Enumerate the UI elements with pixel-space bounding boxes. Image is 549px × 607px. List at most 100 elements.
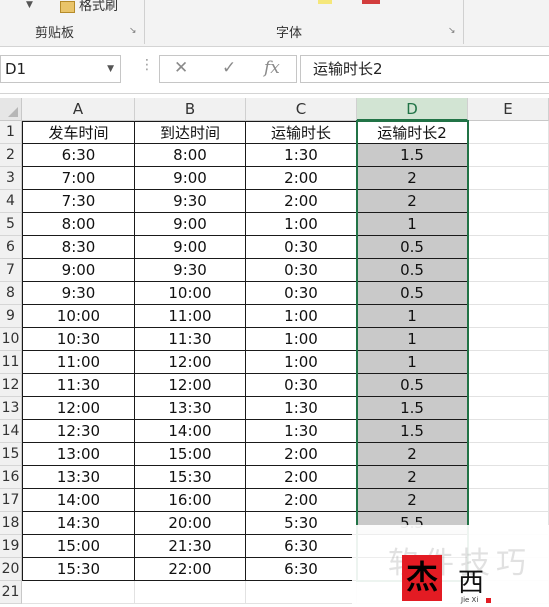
table-cell[interactable]: 9:00: [135, 213, 246, 236]
more-options-icon[interactable]: ⋮: [140, 57, 154, 73]
table-cell[interactable]: 9:00: [135, 167, 246, 190]
table-cell[interactable]: 7:00: [22, 167, 135, 190]
table-cell[interactable]: 15:00: [135, 443, 246, 466]
table-cell[interactable]: [468, 374, 549, 397]
table-cell[interactable]: 0:30: [246, 374, 357, 397]
table-cell[interactable]: [468, 443, 549, 466]
table-cell[interactable]: 11:30: [135, 328, 246, 351]
row-header[interactable]: 6: [0, 236, 22, 259]
row-header[interactable]: 4: [0, 190, 22, 213]
table-cell[interactable]: 1:30: [246, 144, 357, 167]
select-all-button[interactable]: [0, 98, 22, 121]
table-cell[interactable]: 1: [357, 305, 468, 328]
cancel-icon[interactable]: ✕: [174, 58, 188, 78]
table-cell[interactable]: 1: [357, 328, 468, 351]
table-cell[interactable]: [468, 305, 549, 328]
chevron-down-icon[interactable]: ▼: [107, 56, 114, 82]
table-cell[interactable]: [468, 397, 549, 420]
row-header[interactable]: 15: [0, 443, 22, 466]
table-cell[interactable]: 1: [357, 351, 468, 374]
table-cell[interactable]: 2: [357, 167, 468, 190]
table-cell[interactable]: 9:30: [135, 190, 246, 213]
column-header-d[interactable]: D: [357, 98, 468, 121]
table-cell[interactable]: [468, 190, 549, 213]
table-cell[interactable]: 0:30: [246, 236, 357, 259]
table-cell[interactable]: 0.5: [357, 259, 468, 282]
table-cell[interactable]: 1:30: [246, 397, 357, 420]
table-cell[interactable]: 13:00: [22, 443, 135, 466]
table-cell[interactable]: [468, 236, 549, 259]
table-cell[interactable]: 0.5: [357, 282, 468, 305]
table-cell[interactable]: 7:30: [22, 190, 135, 213]
table-cell[interactable]: [468, 144, 549, 167]
table-cell[interactable]: 12:00: [135, 351, 246, 374]
table-cell[interactable]: 2: [357, 489, 468, 512]
table-cell[interactable]: 运输时长2: [357, 121, 468, 144]
table-cell[interactable]: 6:30: [22, 144, 135, 167]
table-cell[interactable]: [468, 213, 549, 236]
table-cell[interactable]: 22:00: [135, 558, 246, 581]
table-cell[interactable]: 1:00: [246, 213, 357, 236]
row-header[interactable]: 14: [0, 420, 22, 443]
row-header[interactable]: 10: [0, 328, 22, 351]
row-header[interactable]: 13: [0, 397, 22, 420]
table-cell[interactable]: [468, 328, 549, 351]
table-cell[interactable]: 运输时长: [246, 121, 357, 144]
table-cell[interactable]: 14:30: [22, 512, 135, 535]
table-cell[interactable]: 21:30: [135, 535, 246, 558]
row-header[interactable]: 12: [0, 374, 22, 397]
row-header[interactable]: 18: [0, 512, 22, 535]
table-cell[interactable]: 2: [357, 190, 468, 213]
table-cell[interactable]: 到达时间: [135, 121, 246, 144]
table-cell[interactable]: 8:30: [22, 236, 135, 259]
table-cell[interactable]: 13:30: [135, 397, 246, 420]
table-cell[interactable]: 9:30: [135, 259, 246, 282]
highlight-color-swatch[interactable]: [318, 0, 332, 4]
format-painter-button[interactable]: 格式刷: [60, 0, 118, 14]
row-header[interactable]: 9: [0, 305, 22, 328]
table-cell[interactable]: 1.5: [357, 397, 468, 420]
column-header-c[interactable]: C: [246, 98, 357, 121]
table-cell[interactable]: 20:00: [135, 512, 246, 535]
row-header[interactable]: 16: [0, 466, 22, 489]
table-cell[interactable]: 11:30: [22, 374, 135, 397]
table-cell[interactable]: 0.5: [357, 374, 468, 397]
table-cell[interactable]: 10:00: [22, 305, 135, 328]
table-cell[interactable]: 1:30: [246, 420, 357, 443]
table-cell[interactable]: 2:00: [246, 167, 357, 190]
row-header[interactable]: 21: [0, 581, 22, 604]
table-cell[interactable]: 2:00: [246, 466, 357, 489]
row-header[interactable]: 19: [0, 535, 22, 558]
table-cell[interactable]: 12:00: [22, 397, 135, 420]
table-cell[interactable]: [246, 581, 357, 604]
column-header-e[interactable]: E: [468, 98, 549, 121]
row-header[interactable]: 7: [0, 259, 22, 282]
insert-function-icon[interactable]: fx: [264, 58, 280, 78]
table-cell[interactable]: 5:30: [246, 512, 357, 535]
table-cell[interactable]: 9:30: [22, 282, 135, 305]
table-cell[interactable]: 1.5: [357, 420, 468, 443]
table-cell[interactable]: 9:00: [135, 236, 246, 259]
font-color-swatch[interactable]: [362, 0, 380, 4]
table-cell[interactable]: 1:00: [246, 351, 357, 374]
dialog-launcher-icon[interactable]: ↘: [448, 26, 456, 36]
table-cell[interactable]: 1:00: [246, 305, 357, 328]
column-header-b[interactable]: B: [135, 98, 246, 121]
table-cell[interactable]: 15:30: [135, 466, 246, 489]
table-cell[interactable]: 8:00: [135, 144, 246, 167]
row-header[interactable]: 8: [0, 282, 22, 305]
table-cell[interactable]: 11:00: [22, 351, 135, 374]
row-header[interactable]: 5: [0, 213, 22, 236]
table-cell[interactable]: [468, 121, 549, 144]
table-cell[interactable]: 10:00: [135, 282, 246, 305]
table-cell[interactable]: 8:00: [22, 213, 135, 236]
row-header[interactable]: 20: [0, 558, 22, 581]
table-cell[interactable]: [468, 167, 549, 190]
table-cell[interactable]: 0.5: [357, 236, 468, 259]
table-cell[interactable]: 6:30: [246, 558, 357, 581]
table-cell[interactable]: 12:30: [22, 420, 135, 443]
enter-icon[interactable]: ✓: [222, 58, 236, 78]
row-header[interactable]: 3: [0, 167, 22, 190]
table-cell[interactable]: [22, 581, 135, 604]
row-header[interactable]: 1: [0, 121, 22, 144]
